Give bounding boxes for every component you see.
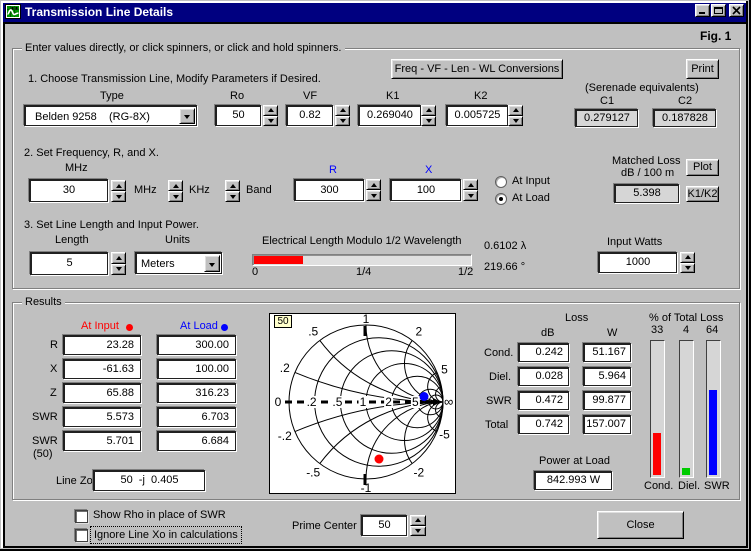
svg-text:5: 5 <box>441 362 448 376</box>
svg-text:1: 1 <box>363 314 370 326</box>
svg-text:.2: .2 <box>307 395 317 409</box>
svg-text:0: 0 <box>275 395 282 409</box>
svg-text:1: 1 <box>360 395 367 409</box>
svg-text:-.2: -.2 <box>278 429 292 443</box>
svg-text:-1: -1 <box>361 481 372 493</box>
svg-text:.2: .2 <box>280 361 290 375</box>
svg-text:-5: -5 <box>439 428 450 442</box>
svg-text:2: 2 <box>385 395 392 409</box>
svg-text:.5: .5 <box>308 325 318 339</box>
svg-text:-.5: -.5 <box>306 465 320 479</box>
svg-text:5: 5 <box>412 395 419 409</box>
svg-text:-2: -2 <box>413 465 424 479</box>
svg-text:∞: ∞ <box>444 394 453 409</box>
svg-text:.5: .5 <box>332 395 342 409</box>
svg-text:2: 2 <box>415 325 422 339</box>
